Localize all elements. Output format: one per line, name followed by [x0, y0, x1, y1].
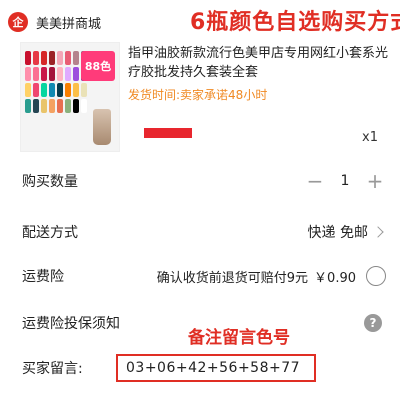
quantity-row: 购买数量 − 1 +: [22, 169, 386, 193]
color-swatch: [65, 99, 71, 113]
color-swatch: [57, 67, 63, 81]
decrease-quantity-button[interactable]: −: [304, 169, 326, 193]
color-swatch: [57, 51, 63, 65]
color-swatch: [33, 83, 39, 97]
product-image[interactable]: 88色: [20, 42, 120, 152]
color-swatch: [49, 67, 55, 81]
shop-name[interactable]: 美美拼商城: [36, 13, 101, 32]
quantity-value[interactable]: 1: [326, 173, 364, 189]
color-swatch: [81, 99, 87, 113]
color-swatch: [41, 67, 47, 81]
insurance-description: 确认收货前退货可赔付9元: [156, 270, 309, 286]
annotation-note: 备注留言色号: [188, 328, 290, 348]
product-title: 指甲油胶新款流行色美甲店专用网红小套系光疗胶批发持久套装全套: [128, 46, 389, 80]
delivery-promise: 发货时间:卖家承诺48小时: [128, 88, 268, 102]
color-swatch: [65, 51, 71, 65]
shipping-label: 配送方式: [22, 225, 78, 241]
color-swatch: [73, 83, 79, 97]
color-swatch: [25, 99, 31, 113]
insurance-radio[interactable]: [366, 266, 386, 286]
color-swatch: [49, 51, 55, 65]
color-swatch: [57, 83, 63, 97]
color-swatch: [25, 83, 31, 97]
shop-header: 企 美美拼商城: [8, 8, 101, 36]
color-swatch: [73, 67, 79, 81]
color-swatch: [49, 99, 55, 113]
color-swatch: [41, 51, 47, 65]
shop-logo-icon: 企: [8, 12, 28, 32]
quantity-label: 购买数量: [22, 174, 78, 190]
color-swatch: [65, 83, 71, 97]
color-swatch: [25, 51, 31, 65]
bottle-icon: [93, 109, 111, 145]
color-swatch: [57, 99, 63, 113]
insurance-row: 运费险 确认收货前退货可赔付9元 ￥0.90: [22, 266, 386, 286]
color-swatch: [73, 99, 79, 113]
insurance-price: ￥0.90: [314, 270, 356, 286]
color-swatch: [49, 83, 55, 97]
promo-badge: 88色: [81, 51, 115, 81]
shipping-value: 快递 免邮: [307, 225, 368, 241]
color-swatch: [41, 83, 47, 97]
banner-headline: 6瓶颜色自选购买方式: [190, 10, 400, 35]
color-swatch: [25, 67, 31, 81]
color-swatch-grid: [25, 51, 87, 113]
color-swatch: [33, 67, 39, 81]
increase-quantity-button[interactable]: +: [364, 169, 386, 193]
color-swatch: [65, 67, 71, 81]
chevron-right-icon: [372, 226, 384, 238]
item-quantity: x1: [362, 130, 378, 145]
shipping-row[interactable]: 配送方式 快递 免邮: [22, 222, 386, 242]
insurance-label: 运费险: [22, 269, 64, 285]
message-label: 买家留言:: [22, 361, 83, 377]
message-input[interactable]: 03+06+42+56+58+77: [116, 354, 316, 382]
insurance-info-label: 运费险投保须知: [22, 316, 120, 332]
color-swatch: [41, 99, 47, 113]
color-swatch: [33, 99, 39, 113]
redaction-bar: [144, 128, 192, 138]
color-swatch: [81, 83, 87, 97]
color-swatch: [33, 51, 39, 65]
color-swatch: [73, 51, 79, 65]
help-icon[interactable]: ?: [364, 314, 382, 332]
quantity-stepper: − 1 +: [304, 169, 386, 193]
